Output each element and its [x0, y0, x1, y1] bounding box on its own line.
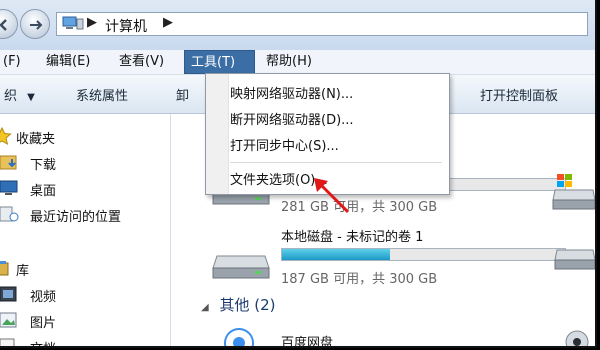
menu-item-disconnect-network-drive[interactable]: 断开网络驱动器(D)...	[230, 109, 354, 128]
breadcrumb-separator-icon[interactable]: ▶	[87, 15, 97, 30]
usage-bar	[281, 248, 566, 261]
baidu-netdisk-icon	[224, 328, 254, 346]
library-icon	[0, 261, 9, 276]
desktop-icon	[0, 180, 18, 195]
other-group-label: 其他 (2)	[219, 296, 276, 314]
document-icon	[0, 338, 15, 346]
item-name: 百度网盘	[281, 336, 334, 348]
windows-drive-icon[interactable]	[549, 172, 595, 212]
menu-item-map-network-drive[interactable]: 映射网络驱动器(N)...	[230, 83, 353, 102]
forward-arrow-icon	[30, 20, 43, 30]
menu-separator	[230, 162, 442, 163]
breadcrumb-separator-icon[interactable]: ▶	[163, 15, 173, 30]
menu-view[interactable]: 查看(V)	[119, 50, 164, 74]
annotation-arrow-icon	[314, 178, 350, 214]
nav-libraries-label: 库	[16, 264, 30, 279]
collapse-triangle-icon: ◢	[201, 302, 209, 313]
organize-button[interactable]: 织 ▼	[4, 85, 35, 104]
other-group-header[interactable]: ◢ 其他 (2)	[201, 294, 276, 315]
nav-pictures-label: 图片	[30, 316, 57, 331]
address-box[interactable]: ▶ 计算机 ▶	[56, 12, 588, 36]
menu-file[interactable]: (F)	[3, 50, 21, 74]
recent-places-icon	[0, 206, 19, 222]
drive-free-space: 187 GB 可用，共 300 GB	[281, 272, 438, 287]
uninstall-button[interactable]: 卸	[176, 85, 189, 104]
menu-edit[interactable]: 编辑(E)	[46, 50, 90, 74]
organize-label: 织	[4, 89, 18, 104]
nav-downloads-label: 下载	[30, 158, 57, 173]
breadcrumb-computer[interactable]: 计算机	[105, 16, 147, 36]
nav-documents-label: 文档	[30, 338, 56, 346]
menu-item-open-sync-center[interactable]: 打开同步中心(S)...	[230, 135, 339, 154]
explorer-window: ▶ 计算机 ▶ (F) 编辑(E) 查看(V) 工具(T) 帮助(H) 织 ▼ …	[0, 0, 597, 348]
system-properties-button[interactable]: 系统属性	[76, 85, 128, 104]
nav-videos-label: 视频	[30, 290, 57, 305]
drive-free-space: 281 GB 可用，共 300 GB	[281, 200, 438, 215]
download-folder-icon	[0, 155, 17, 170]
hard-disk-icon[interactable]	[553, 244, 595, 272]
hard-disk-icon	[212, 255, 270, 279]
nav-recent-places-label: 最近访问的位置	[30, 210, 122, 225]
menu-help[interactable]: 帮助(H)	[266, 50, 312, 74]
device-icon[interactable]	[559, 326, 595, 348]
open-control-panel-button[interactable]: 打开控制面板	[480, 85, 558, 104]
forward-button[interactable]	[20, 9, 50, 39]
navigation-pane: 收藏夹 下载 桌面 最近访问的位置 库 视频 图片	[0, 114, 171, 346]
menu-icon-gutter	[206, 74, 229, 194]
address-bar-area: ▶ 计算机 ▶	[0, 0, 595, 50]
menu-bar: (F) 编辑(E) 查看(V) 工具(T) 帮助(H)	[0, 50, 595, 75]
video-icon	[0, 286, 17, 302]
nav-desktop-label: 桌面	[30, 184, 57, 199]
menu-tools[interactable]: 工具(T)	[184, 50, 255, 74]
star-icon	[0, 127, 12, 145]
dropdown-arrow-icon: ▼	[27, 92, 35, 103]
drive-name: 本地磁盘 - 未标记的卷 1	[281, 230, 424, 245]
back-arrow-icon	[0, 19, 7, 31]
nav-favorites-label: 收藏夹	[16, 132, 56, 147]
picture-icon	[0, 312, 17, 328]
computer-icon	[62, 16, 84, 30]
usage-bar-fill	[282, 249, 390, 260]
back-button[interactable]	[0, 9, 18, 39]
